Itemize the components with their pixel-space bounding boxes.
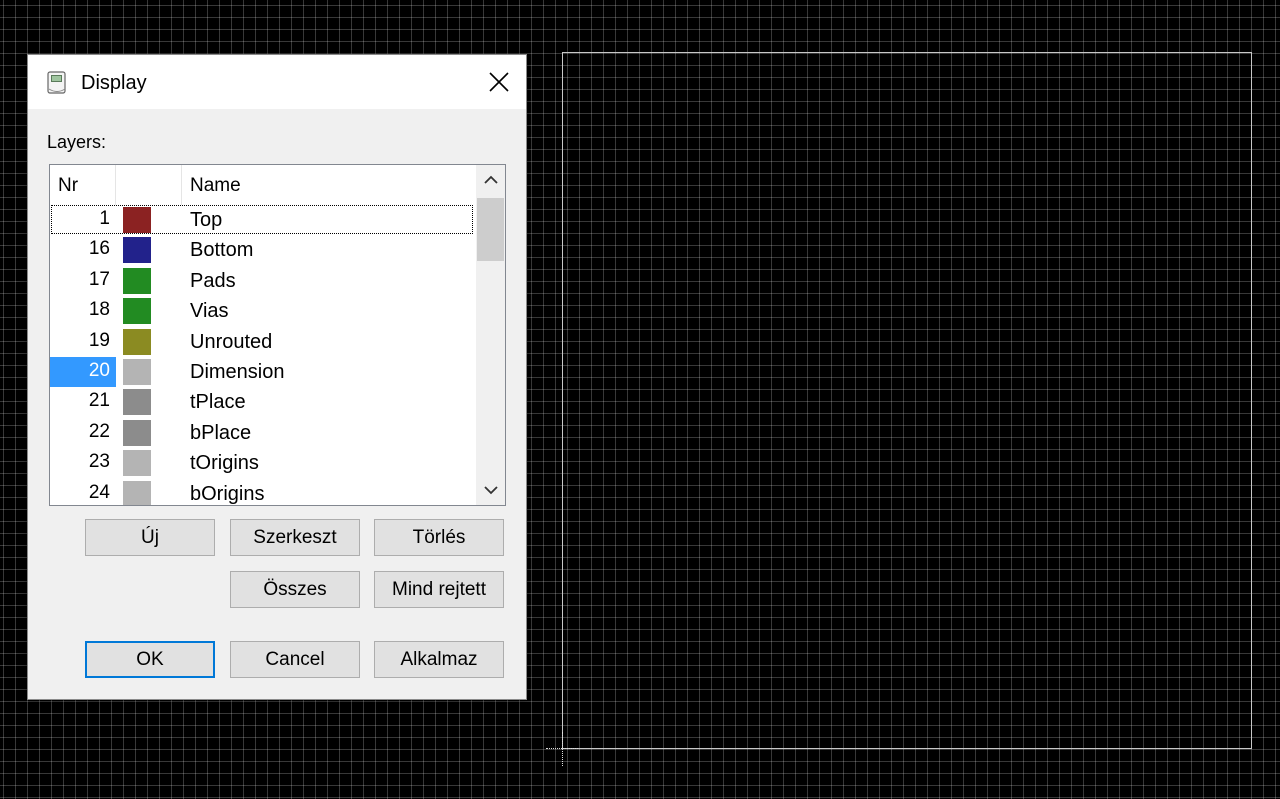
chevron-up-icon [483, 175, 498, 184]
cancel-button[interactable]: Cancel [230, 641, 360, 678]
layer-rows: 1 Top 16 Bottom 17 Pads 18 Vias 19 Unrouted 20 Dime… [50, 205, 475, 505]
dialog-titlebar[interactable]: Display [28, 55, 526, 109]
show-all-button[interactable]: Összes [230, 571, 360, 608]
hide-all-button[interactable]: Mind rejtett [374, 571, 504, 608]
layer-color-swatch [123, 328, 151, 355]
new-layer-button[interactable]: Új [85, 519, 215, 556]
layer-name: Top [190, 209, 223, 231]
layer-name: Pads [190, 269, 236, 292]
layer-color-swatch [123, 237, 151, 264]
layer-color-swatch [123, 267, 151, 294]
column-header-nr[interactable]: Nr [50, 165, 116, 205]
list-header: Nr Name [50, 165, 475, 205]
scroll-up-button[interactable] [476, 165, 505, 195]
layer-row[interactable]: 20 Dimension [50, 356, 475, 388]
layer-color-swatch [123, 450, 151, 477]
board-outline [562, 52, 1252, 749]
layer-row[interactable]: 21 tPlace [50, 387, 475, 417]
ok-button[interactable]: OK [85, 641, 215, 678]
layer-name: Bottom [190, 239, 254, 262]
vertical-scrollbar[interactable] [476, 165, 505, 505]
layer-row[interactable]: 22 bPlace [50, 418, 475, 448]
delete-layer-button[interactable]: Törlés [374, 519, 504, 556]
origin-crosshair-v [562, 732, 563, 766]
apply-button[interactable]: Alkalmaz [374, 641, 504, 678]
edit-layer-button[interactable]: Szerkeszt [230, 519, 360, 556]
layer-row[interactable]: 18 Vias [50, 296, 475, 326]
dialog-title: Display [81, 72, 147, 94]
layer-number: 21 [88, 390, 110, 412]
layer-name: bPlace [190, 421, 252, 444]
layer-color-swatch [123, 207, 151, 233]
layer-row[interactable]: 24 bOrigins [50, 479, 475, 505]
scroll-down-button[interactable] [476, 475, 505, 505]
layer-number: 17 [88, 268, 110, 290]
layer-color-swatch [123, 419, 151, 446]
layer-row[interactable]: 23 tOrigins [50, 448, 475, 478]
layer-name: Vias [190, 300, 229, 323]
layer-number: 23 [88, 451, 110, 473]
layer-color-swatch [123, 298, 151, 325]
layer-name: tOrigins [190, 452, 259, 475]
layer-number: 19 [88, 329, 110, 351]
display-dialog: Display Layers: Nr Name 1 Top 16 Bottom 17 Pa… [27, 54, 527, 700]
close-icon [489, 72, 509, 92]
layer-color-swatch [123, 389, 151, 416]
layers-label: Layers: [47, 132, 107, 152]
layers-list[interactable]: Nr Name 1 Top 16 Bottom 17 Pads 18 Vias 19 Unrout… [49, 164, 506, 506]
layer-color-swatch [123, 358, 151, 385]
close-button[interactable] [482, 65, 516, 99]
layer-number: 20 [50, 356, 116, 388]
column-header-color[interactable] [116, 165, 182, 205]
layer-name: Unrouted [190, 330, 273, 353]
layer-number: 22 [88, 420, 110, 442]
eagle-app-icon [47, 71, 67, 95]
layer-name: bOrigins [190, 482, 265, 505]
column-header-name[interactable]: Name [182, 165, 475, 205]
layer-number: 24 [88, 481, 110, 503]
layer-row[interactable]: 17 Pads [50, 266, 475, 296]
layer-row[interactable]: 16 Bottom [50, 235, 475, 265]
chevron-down-icon [483, 486, 498, 495]
layer-color-swatch [123, 480, 151, 505]
layer-row[interactable]: 1 Top [50, 205, 475, 235]
layer-number: 18 [88, 299, 110, 321]
layer-name: tPlace [190, 391, 246, 414]
scrollbar-thumb[interactable] [477, 198, 504, 261]
layer-number: 1 [99, 208, 110, 229]
layer-number: 16 [88, 238, 110, 260]
layer-name: Dimension [190, 360, 285, 383]
layer-row[interactable]: 19 Unrouted [50, 327, 475, 357]
